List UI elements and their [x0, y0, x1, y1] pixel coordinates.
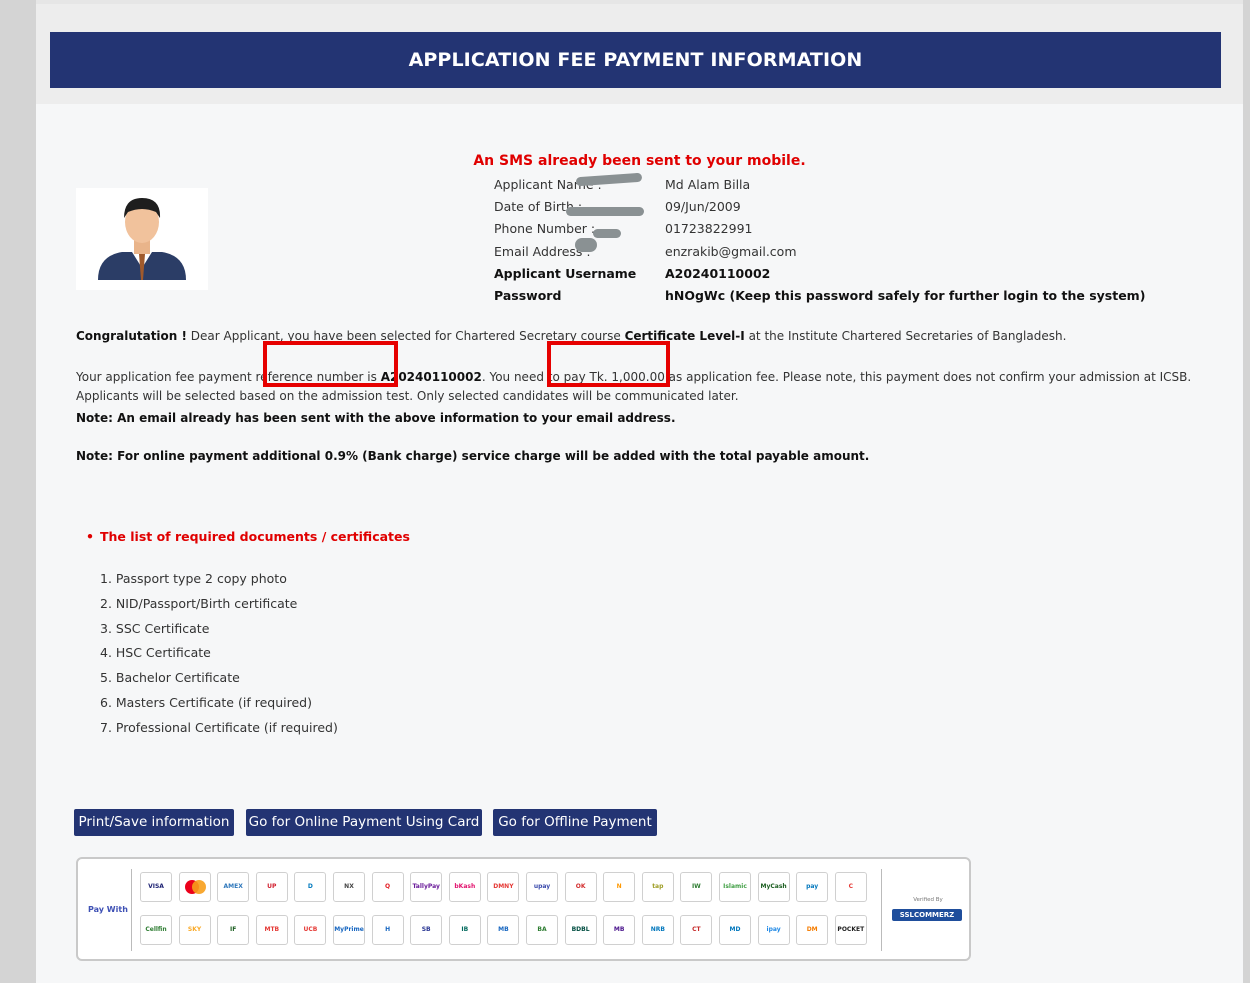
phone-label: Phone Number : [494, 221, 596, 236]
modhumoti-logo: MD [719, 915, 751, 945]
islami-bank-logo: IB [448, 915, 481, 945]
sb-logo: SB [410, 915, 443, 945]
list-item: 6. Masters Certificate (if required) [100, 694, 312, 710]
nagad-logo: N [603, 872, 636, 902]
sky-logo: SKY [178, 915, 211, 945]
password-label: Password [494, 288, 562, 303]
upay-logo: upay [526, 872, 558, 902]
pocketpay-logo: pay [796, 872, 829, 902]
page-title: APPLICATION FEE PAYMENT INFORMATION [50, 32, 1221, 88]
sslcommerz-logo: SSLCOMMERZ [892, 909, 962, 921]
pocket-logo: POCKET [834, 915, 867, 945]
documents-title: • The list of required documents / certif… [86, 529, 410, 544]
list-item: 3. SSC Certificate [100, 620, 210, 636]
islamic-wallet-logo: IW [680, 872, 713, 902]
bullet-icon: • [86, 529, 94, 544]
city-logo: C [834, 872, 867, 902]
offline-payment-button[interactable]: Go for Offline Payment [493, 809, 657, 836]
list-item: 7. Professional Certificate (if required… [100, 719, 338, 735]
ipay-logo: ipay [757, 915, 790, 945]
email-label: Email Address : [494, 244, 591, 259]
okwallet-logo: OK [564, 872, 597, 902]
amex-logo: AMEX [217, 872, 250, 902]
password-value: hNOgWc (Keep this password safely for fu… [665, 288, 1146, 303]
sms-notice: An SMS already been sent to your mobile. [473, 153, 806, 169]
payment-info-card: APPLICATION FEE PAYMENT INFORMATION An S… [36, 0, 1243, 983]
list-item: 2. NID/Passport/Birth certificate [100, 595, 298, 611]
highlight-box-reference [263, 341, 398, 387]
citizens-logo: CT [680, 915, 713, 945]
mycash-logo: MyCash [757, 872, 790, 902]
tap-logo: tap [641, 872, 674, 902]
divider [881, 869, 882, 951]
phone-number: 01723822991 [665, 221, 753, 236]
nrb-logo: NRB [641, 915, 674, 945]
selection-note: Applicants will be selected based on the… [76, 389, 739, 403]
documents-list: 1. Passport type 2 copy photo 2. NID/Pas… [100, 569, 338, 743]
applicant-name: Md Alam Billa [665, 177, 751, 192]
email-note: Note: An email already has been sent wit… [76, 411, 676, 425]
verified-by-label: Verified By [913, 897, 943, 903]
online-payment-button[interactable]: Go for Online Payment Using Card [246, 809, 482, 836]
email-address: enzrakib@gmail.com [665, 244, 797, 259]
visa-logo: VISA [140, 872, 172, 902]
pay-with-label: Pay With [88, 905, 128, 914]
applicant-avatar [76, 188, 208, 290]
h-logo: H [371, 915, 404, 945]
diners-logo: D [294, 872, 327, 902]
qcash-logo: Q [371, 872, 404, 902]
islamic-logo: Islamic [719, 872, 751, 902]
dmoney2-logo: DM [796, 915, 829, 945]
redaction-mark [575, 238, 597, 252]
tallypay-logo: TallyPay [410, 872, 443, 902]
divider [131, 869, 132, 951]
myprime-logo: MyPrime [333, 915, 365, 945]
payment-methods-panel: Pay With VISA AMEX UP D NX Q TallyPay bKash DMNY… [76, 857, 971, 961]
dmoney-logo: DMNY [487, 872, 520, 902]
list-item: 5. Bachelor Certificate [100, 670, 240, 686]
mastercard-logo [178, 872, 211, 902]
page: APPLICATION FEE PAYMENT INFORMATION An S… [36, 0, 1243, 983]
mercantile-logo: MB [487, 915, 520, 945]
redaction-mark [566, 207, 644, 216]
bkash-logo: bKash [448, 872, 481, 902]
meghna-logo: MB [603, 915, 636, 945]
list-item: 4. HSC Certificate [100, 645, 211, 661]
list-item: 1. Passport type 2 copy photo [100, 571, 287, 586]
ific-logo: IF [217, 915, 250, 945]
date-of-birth: 09/Jun/2009 [665, 199, 741, 214]
print-save-button[interactable]: Print/Save information [74, 809, 234, 836]
mtb-logo: MTB [255, 915, 288, 945]
online-charge-note: Note: For online payment additional 0.9%… [76, 449, 870, 463]
applicant-username: A20240110002 [665, 266, 771, 281]
celfin-logo: Cellfin [140, 915, 172, 945]
highlight-box-amount [547, 341, 670, 387]
redaction-mark [593, 229, 621, 238]
bank-asia-logo: BA [526, 915, 558, 945]
username-label: Applicant Username [494, 266, 637, 281]
ucb-logo: UCB [294, 915, 327, 945]
dbbl-nexus-logo: NX [333, 872, 365, 902]
unionpay-logo: UP [255, 872, 288, 902]
bdbl-logo: BDBL [564, 915, 597, 945]
